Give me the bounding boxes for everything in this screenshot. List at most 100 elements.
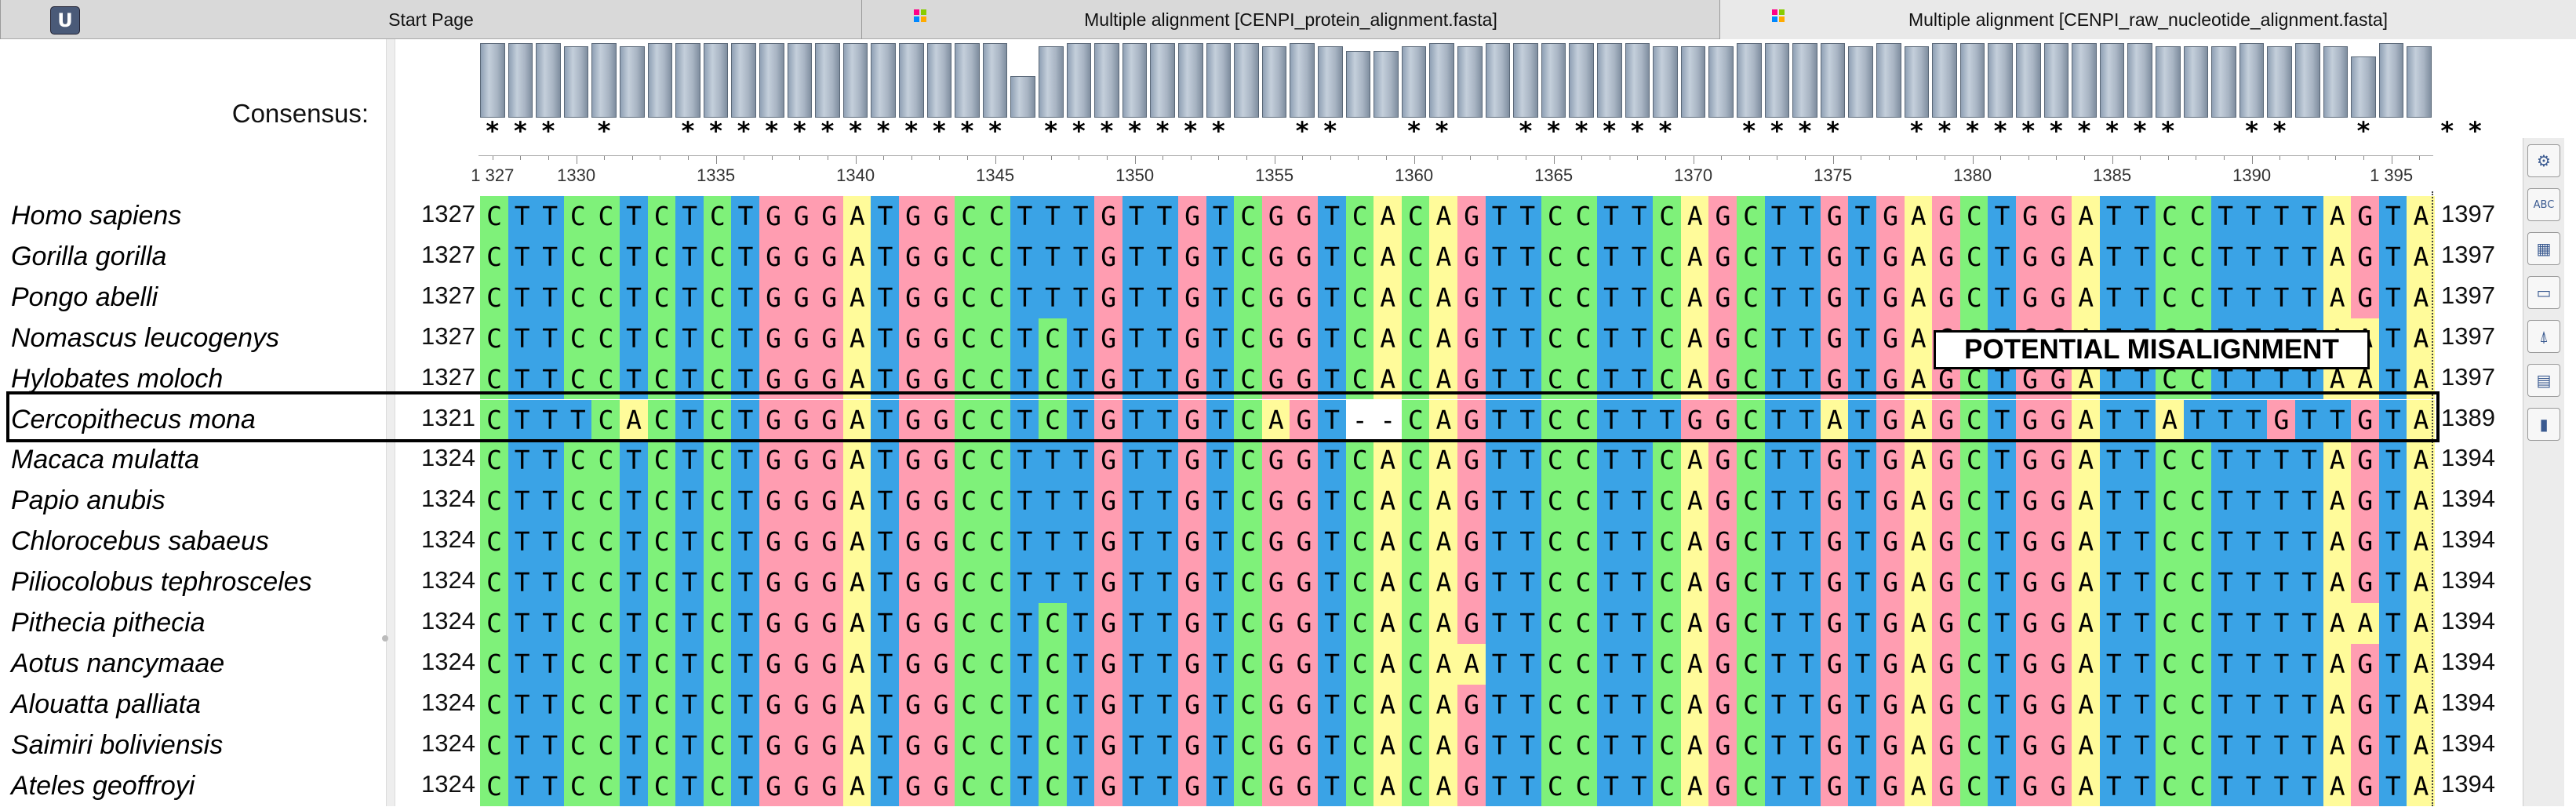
nucleotide-cell[interactable]: G <box>1876 684 1905 725</box>
nucleotide-cell[interactable]: C <box>1737 399 1766 441</box>
nucleotide-cell[interactable]: C <box>480 765 509 807</box>
nucleotide-cell[interactable]: T <box>2267 643 2296 685</box>
nucleotide-cell[interactable]: C <box>703 481 732 522</box>
nucleotide-cell[interactable]: C <box>1737 643 1766 685</box>
nucleotide-cell[interactable]: T <box>1485 481 1514 522</box>
nucleotide-cell[interactable]: T <box>1792 358 1821 400</box>
nucleotide-cell[interactable]: C <box>1653 765 1682 807</box>
nucleotide-cell[interactable]: C <box>1569 643 1598 685</box>
nucleotide-cell[interactable]: T <box>1318 684 1347 725</box>
nucleotide-cell[interactable]: G <box>899 318 928 359</box>
nucleotide-cell[interactable]: C <box>480 684 509 725</box>
nucleotide-cell[interactable]: C <box>563 684 592 725</box>
nucleotide-cell[interactable]: T <box>2323 399 2352 441</box>
nucleotide-cell[interactable]: A <box>1429 603 1458 644</box>
nucleotide-cell[interactable]: T <box>1485 765 1514 807</box>
nucleotide-cell[interactable]: A <box>1904 562 1933 603</box>
nucleotide-cell[interactable]: A <box>2072 765 2101 807</box>
nucleotide-cell[interactable]: T <box>1764 481 1793 522</box>
nucleotide-cell[interactable]: A <box>1904 765 1933 807</box>
species-name[interactable]: Pithecia pithecia <box>11 603 206 644</box>
nucleotide-cell[interactable]: T <box>1513 643 1542 685</box>
nucleotide-cell[interactable]: G <box>2351 725 2380 766</box>
nucleotide-cell[interactable]: C <box>1039 603 1068 644</box>
nucleotide-cell[interactable]: C <box>647 481 676 522</box>
nucleotide-cell[interactable]: A <box>2072 522 2101 563</box>
nucleotide-cell[interactable]: A <box>1374 765 1403 807</box>
nucleotide-cell[interactable]: G <box>1457 603 1486 644</box>
nucleotide-cell[interactable]: C <box>1541 522 1570 563</box>
nucleotide-cell[interactable]: T <box>2239 440 2268 482</box>
nucleotide-cell[interactable]: A <box>1374 684 1403 725</box>
nucleotide-cell[interactable]: G <box>1876 603 1905 644</box>
nucleotide-cell[interactable]: C <box>2156 643 2185 685</box>
nucleotide-cell[interactable]: T <box>1150 196 1179 237</box>
nucleotide-cell[interactable]: T <box>2378 765 2407 807</box>
nucleotide-cell[interactable]: G <box>815 318 844 359</box>
nucleotide-cell[interactable]: T <box>2378 643 2407 685</box>
nucleotide-cell[interactable]: T <box>508 196 537 237</box>
nucleotide-cell[interactable]: C <box>703 318 732 359</box>
nucleotide-cell[interactable]: T <box>731 562 760 603</box>
nucleotide-cell[interactable]: C <box>1039 399 1068 441</box>
nucleotide-cell[interactable]: C <box>1541 440 1570 482</box>
nucleotide-cell[interactable]: A <box>842 643 871 685</box>
nucleotide-cell[interactable]: G <box>2016 277 2045 318</box>
nucleotide-cell[interactable]: C <box>1569 440 1598 482</box>
nucleotide-cell[interactable]: T <box>1848 318 1877 359</box>
nucleotide-cell[interactable]: G <box>815 765 844 807</box>
nucleotide-cell[interactable]: G <box>1094 522 1123 563</box>
nucleotide-cell[interactable]: C <box>1653 196 1682 237</box>
nucleotide-cell[interactable]: T <box>536 522 565 563</box>
nucleotide-cell[interactable]: A <box>1429 196 1458 237</box>
nucleotide-cell[interactable]: T <box>675 562 704 603</box>
nucleotide-cell[interactable]: T <box>2267 277 2296 318</box>
nucleotide-cell[interactable]: G <box>1932 522 1961 563</box>
nucleotide-cell[interactable]: C <box>703 277 732 318</box>
nucleotide-cell[interactable]: T <box>1597 318 1626 359</box>
nucleotide-cell[interactable]: G <box>1876 765 1905 807</box>
nucleotide-cell[interactable]: T <box>2127 440 2156 482</box>
nucleotide-cell[interactable]: G <box>2043 603 2072 644</box>
nucleotide-cell[interactable]: C <box>1569 603 1598 644</box>
nucleotide-cell[interactable]: G <box>899 603 928 644</box>
nucleotide-cell[interactable]: A <box>2072 684 2101 725</box>
nucleotide-cell[interactable]: G <box>1290 765 1319 807</box>
species-name[interactable]: Alouatta palliata <box>11 685 201 725</box>
nucleotide-cell[interactable]: C <box>955 481 984 522</box>
nucleotide-cell[interactable]: C <box>2183 440 2212 482</box>
nucleotide-cell[interactable]: C <box>982 725 1011 766</box>
nucleotide-cell[interactable]: T <box>1010 765 1039 807</box>
nucleotide-cell[interactable]: T <box>1122 522 1151 563</box>
nucleotide-cell[interactable]: G <box>899 440 928 482</box>
nucleotide-cell[interactable]: T <box>1066 399 1095 441</box>
nucleotide-cell[interactable]: G <box>1876 196 1905 237</box>
nucleotide-cell[interactable]: C <box>955 196 984 237</box>
nucleotide-cell[interactable]: C <box>1401 765 1430 807</box>
nucleotide-cell[interactable]: G <box>759 684 788 725</box>
nucleotide-cell[interactable]: T <box>871 277 900 318</box>
nucleotide-cell[interactable]: G <box>1932 236 1961 278</box>
nucleotide-cell[interactable]: G <box>1094 765 1123 807</box>
tab-start-page[interactable]: Start Page <box>0 0 861 39</box>
nucleotide-cell[interactable]: G <box>1457 522 1486 563</box>
nucleotide-cell[interactable]: G <box>1820 440 1849 482</box>
nucleotide-cell[interactable]: C <box>955 522 984 563</box>
nucleotide-cell[interactable]: T <box>1848 358 1877 400</box>
nucleotide-cell[interactable]: G <box>1457 765 1486 807</box>
nucleotide-cell[interactable]: C <box>955 277 984 318</box>
nucleotide-cell[interactable]: G <box>1876 440 1905 482</box>
nucleotide-cell[interactable]: T <box>2127 725 2156 766</box>
nucleotide-cell[interactable]: T <box>2099 440 2128 482</box>
nucleotide-cell[interactable]: T <box>1764 643 1793 685</box>
nucleotide-cell[interactable]: T <box>1625 481 1654 522</box>
nucleotide-cell[interactable]: T <box>2127 522 2156 563</box>
nucleotide-cell[interactable]: T <box>1066 603 1095 644</box>
nucleotide-cell[interactable]: G <box>1457 725 1486 766</box>
nucleotide-cell[interactable]: G <box>2351 684 2380 725</box>
nucleotide-cell[interactable]: C <box>2156 196 2185 237</box>
species-name[interactable]: Gorilla gorilla <box>11 237 166 278</box>
nucleotide-cell[interactable]: T <box>1206 277 1235 318</box>
nucleotide-cell[interactable]: A <box>2156 399 2185 441</box>
nucleotide-cell[interactable]: C <box>1234 684 1263 725</box>
